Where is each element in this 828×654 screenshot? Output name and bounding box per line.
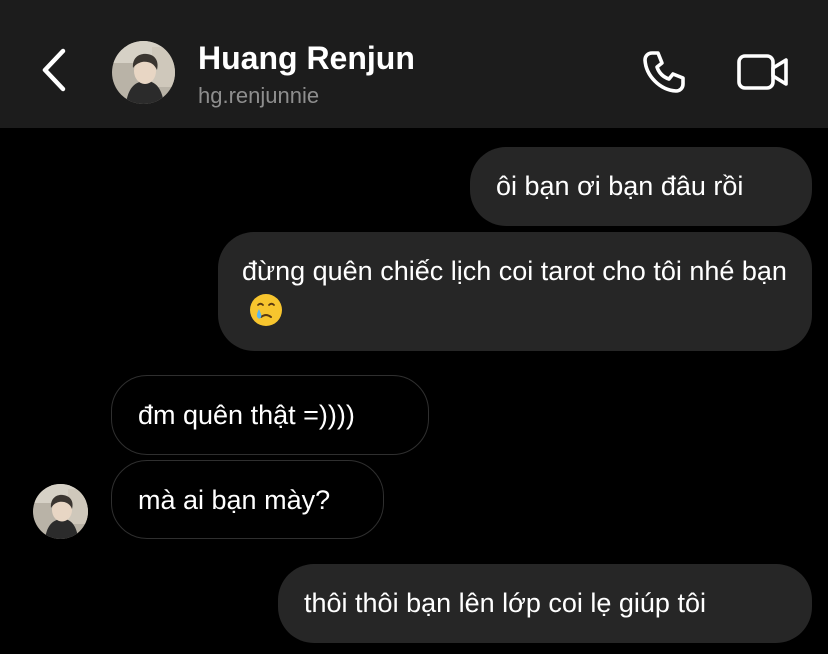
- chat-header: Huang Renjun hg.renjunnie: [0, 0, 828, 128]
- video-call-button[interactable]: [732, 46, 794, 102]
- message-text: thôi thôi bạn lên lớp coi lẹ giúp tôi: [304, 588, 706, 618]
- message-text: mà ai bạn mày?: [138, 485, 331, 515]
- incoming-message[interactable]: mà ai bạn mày?: [111, 460, 384, 539]
- sender-avatar[interactable]: [33, 484, 88, 539]
- outgoing-message[interactable]: ôi bạn ơi bạn đâu rồi: [470, 147, 812, 226]
- contact-username: hg.renjunnie: [198, 83, 320, 108]
- voice-call-button[interactable]: [634, 46, 694, 102]
- incoming-message[interactable]: đm quên thật =)))): [111, 375, 429, 455]
- outgoing-message[interactable]: thôi thôi bạn lên lớp coi lẹ giúp tôi: [278, 564, 812, 643]
- video-camera-icon: [736, 50, 790, 99]
- outgoing-message[interactable]: đừng quên chiếc lịch coi tarot cho tôi n…: [218, 232, 812, 351]
- chevron-left-icon: [39, 47, 69, 98]
- contact-name[interactable]: Huang Renjun: [198, 40, 415, 77]
- face-holding-back-tears-icon: [248, 292, 284, 328]
- message-text: đừng quên chiếc lịch coi tarot cho tôi n…: [242, 256, 787, 286]
- message-text: ôi bạn ơi bạn đâu rồi: [496, 171, 744, 201]
- message-text: đm quên thật =)))): [138, 400, 355, 430]
- phone-icon: [640, 48, 688, 101]
- back-button[interactable]: [34, 46, 74, 98]
- contact-avatar[interactable]: [112, 41, 175, 104]
